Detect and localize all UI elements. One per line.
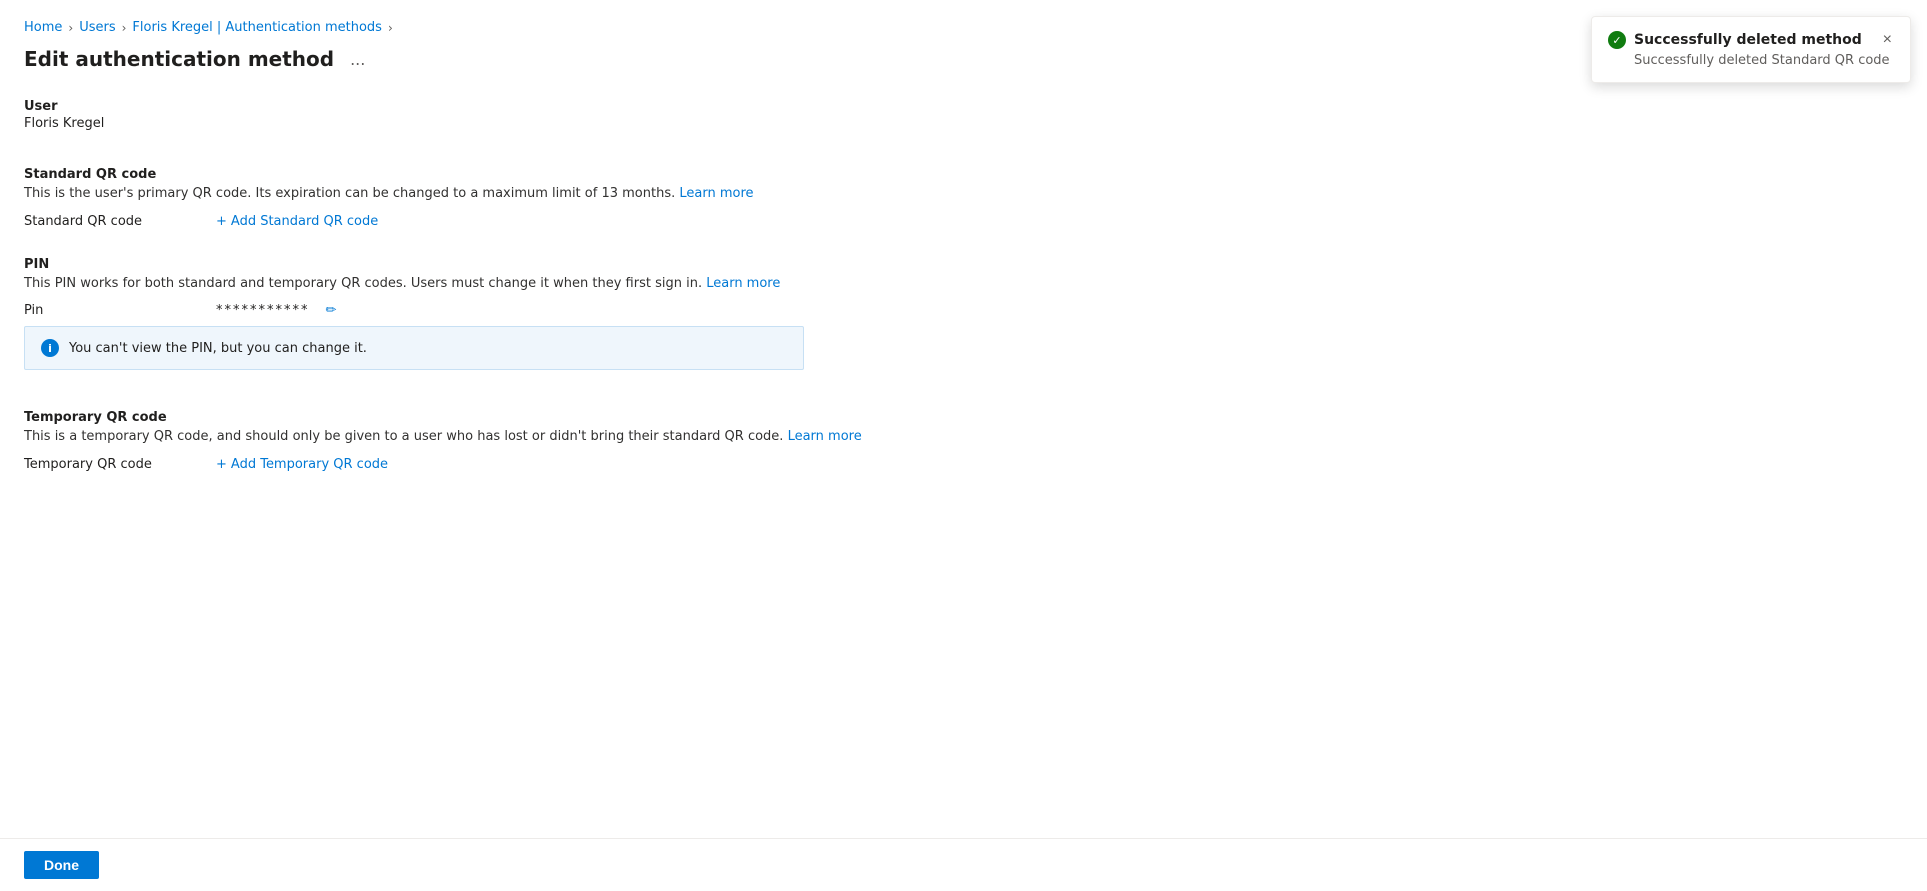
user-section: User Floris Kregel <box>24 99 1903 147</box>
plus-icon: + <box>216 214 227 229</box>
toast-title: Successfully deleted method <box>1634 32 1862 48</box>
user-label: User <box>24 99 1903 114</box>
toast-title-row: ✓ Successfully deleted method <box>1608 31 1862 49</box>
page-title: Edit authentication method <box>24 47 334 71</box>
breadcrumb-users[interactable]: Users <box>79 20 115 35</box>
standard-qr-title: Standard QR code <box>24 167 1903 182</box>
plus-icon-temp: + <box>216 457 227 472</box>
pin-field-name: Pin <box>24 303 204 318</box>
add-temporary-qr-button[interactable]: + Add Temporary QR code <box>216 457 388 472</box>
pin-description: This PIN works for both standard and tem… <box>24 274 1903 294</box>
breadcrumb-sep-3: › <box>388 21 393 35</box>
pin-info-banner: i You can't view the PIN, but you can ch… <box>24 326 804 370</box>
pin-learn-more[interactable]: Learn more <box>706 276 780 291</box>
standard-qr-section: Standard QR code This is the user's prim… <box>24 167 1903 237</box>
title-menu-button[interactable]: ... <box>344 48 371 71</box>
pin-field-row: Pin *********** ✏ <box>24 303 1903 318</box>
pin-title: PIN <box>24 257 1903 272</box>
standard-qr-field-row: Standard QR code + Add Standard QR code <box>24 214 1903 229</box>
done-button[interactable]: Done <box>24 851 99 879</box>
pin-info-text: You can't view the PIN, but you can chan… <box>69 341 367 356</box>
temporary-qr-section: Temporary QR code This is a temporary QR… <box>24 410 1903 480</box>
standard-qr-learn-more[interactable]: Learn more <box>679 186 753 201</box>
breadcrumb-sep-2: › <box>122 21 127 35</box>
pin-value: *********** <box>216 303 310 318</box>
breadcrumb-user-auth[interactable]: Floris Kregel | Authentication methods <box>132 20 382 35</box>
standard-qr-description: This is the user's primary QR code. Its … <box>24 184 1903 204</box>
standard-qr-field-name: Standard QR code <box>24 214 204 229</box>
temporary-qr-field-row: Temporary QR code + Add Temporary QR cod… <box>24 457 1903 472</box>
toast-close-button[interactable]: × <box>1881 32 1894 48</box>
add-standard-qr-button[interactable]: + Add Standard QR code <box>216 214 378 229</box>
temporary-qr-description: This is a temporary QR code, and should … <box>24 427 1903 447</box>
toast-success-icon: ✓ <box>1608 31 1626 49</box>
breadcrumb-home[interactable]: Home <box>24 20 62 35</box>
toast-notification: ✓ Successfully deleted method × Successf… <box>1591 16 1911 83</box>
toast-message: Successfully deleted Standard QR code <box>1634 53 1894 68</box>
temporary-qr-learn-more[interactable]: Learn more <box>788 429 862 444</box>
temporary-qr-field-name: Temporary QR code <box>24 457 204 472</box>
pin-section: PIN This PIN works for both standard and… <box>24 257 1903 391</box>
user-name: Floris Kregel <box>24 116 1903 131</box>
temporary-qr-title: Temporary QR code <box>24 410 1903 425</box>
pin-edit-icon[interactable]: ✏ <box>326 303 337 318</box>
toast-header: ✓ Successfully deleted method × <box>1608 31 1894 49</box>
breadcrumb-sep-1: › <box>68 21 73 35</box>
footer: Done <box>0 838 1927 891</box>
info-icon: i <box>41 339 59 357</box>
